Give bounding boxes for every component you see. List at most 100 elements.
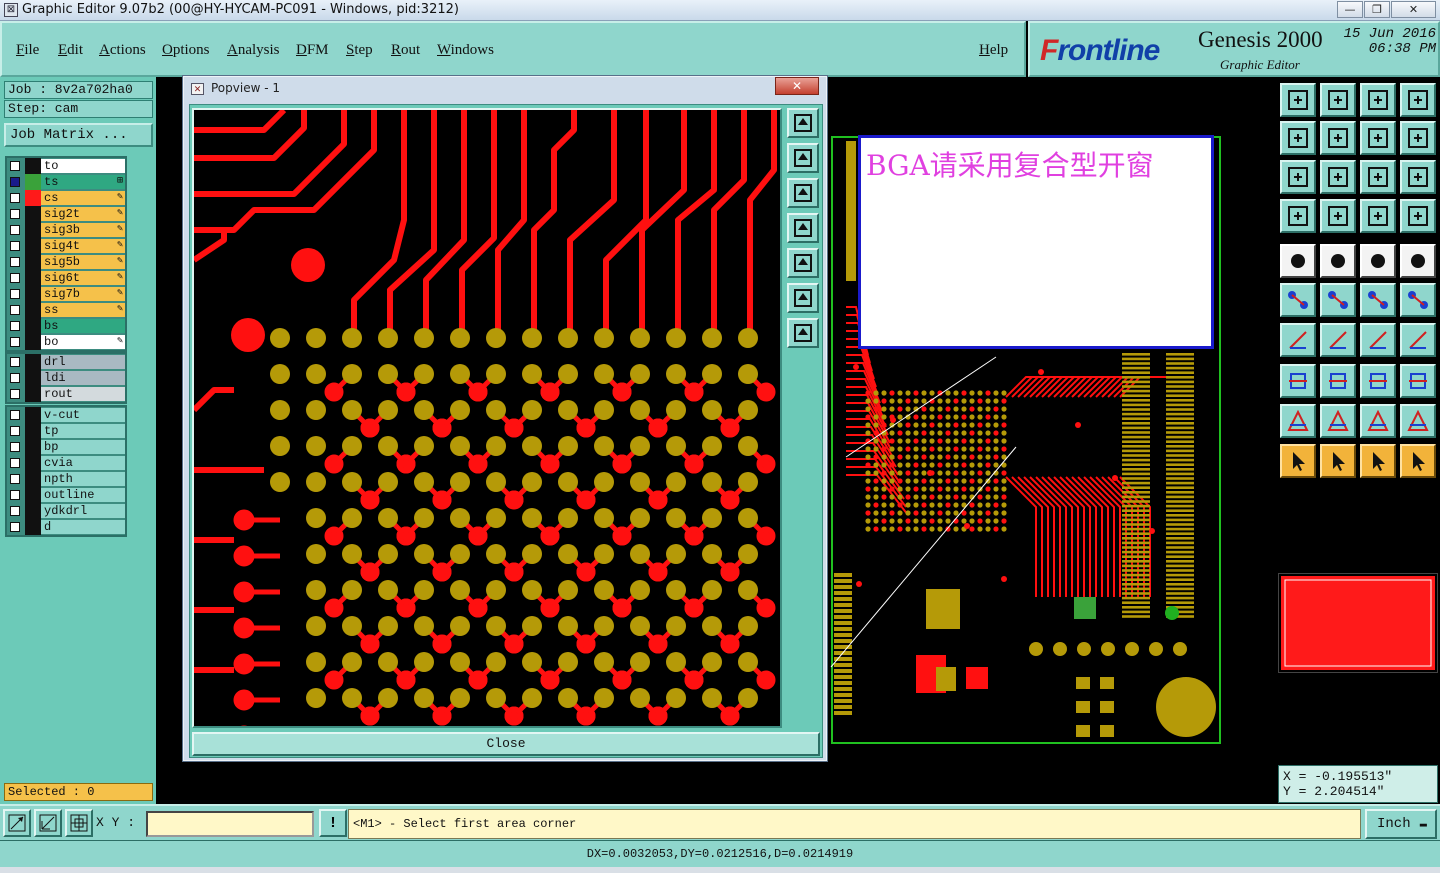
layer-row-v-cut[interactable]: v-cut <box>7 407 125 423</box>
layer-name[interactable]: sig5b ✎ <box>41 255 125 269</box>
layer-checkbox[interactable] <box>10 474 20 484</box>
popview-zoom-in-button[interactable] <box>787 283 819 313</box>
ruler-button[interactable] <box>1360 244 1396 278</box>
layer-name[interactable]: cs ✎ <box>41 191 125 205</box>
triangle-a-button[interactable] <box>1280 404 1316 438</box>
layer-row-rout[interactable]: rout <box>7 386 125 402</box>
layer-checkbox[interactable] <box>10 177 20 187</box>
menu-step[interactable]: Step <box>346 42 373 59</box>
layer-row-cvia[interactable]: cvia <box>7 455 125 471</box>
zoom-home-button[interactable] <box>1280 83 1316 117</box>
layer-row-bp[interactable]: bp <box>7 439 125 455</box>
layer-row-bo[interactable]: bo ✎ <box>7 334 125 350</box>
layer-row-ydkdrl[interactable]: ydkdrl <box>7 503 125 519</box>
layer-checkbox[interactable] <box>10 273 20 283</box>
popview-close-button[interactable]: Close <box>192 732 820 756</box>
move-pads-button[interactable] <box>1280 364 1316 398</box>
triangle-d-button[interactable] <box>1400 404 1436 438</box>
layer-color-swatch[interactable] <box>25 286 41 302</box>
layer-row-sig3b[interactable]: sig3b ✎ <box>7 222 125 238</box>
popview-close-x-button[interactable]: ✕ <box>775 77 819 95</box>
layer-row-sig7b[interactable]: sig7b ✎ <box>7 286 125 302</box>
menu-help[interactable]: Help <box>979 42 1008 59</box>
popview-window[interactable]: ✕ Popview - 1 ✕ Close <box>182 75 828 762</box>
move-button[interactable] <box>1360 283 1396 317</box>
pointer-multi-button[interactable] <box>1400 444 1436 478</box>
fit-button[interactable] <box>1360 121 1396 155</box>
pan-left-button[interactable] <box>1280 121 1316 155</box>
layer-name[interactable]: bo ✎ <box>41 335 125 349</box>
menu-file[interactable]: File <box>16 42 39 59</box>
layer-color-swatch[interactable] <box>25 254 41 270</box>
rotate-button[interactable] <box>1360 323 1396 357</box>
menu-rout[interactable]: Rout <box>391 42 420 59</box>
menu-actions[interactable]: Actions <box>99 42 146 59</box>
layer-color-swatch[interactable] <box>25 423 41 439</box>
pan-right-button[interactable] <box>1320 121 1356 155</box>
center-button[interactable] <box>1320 160 1356 194</box>
layer-checkbox[interactable] <box>10 458 20 468</box>
layers-b-button[interactable] <box>1400 199 1436 233</box>
menu-options[interactable]: Options <box>162 42 210 59</box>
resize-button[interactable] <box>1320 364 1356 398</box>
layer-name[interactable]: bp <box>41 440 125 454</box>
menu-analysis[interactable]: Analysis <box>227 42 280 59</box>
layer-color-swatch[interactable] <box>25 318 41 334</box>
settings-button[interactable] <box>1280 199 1316 233</box>
line-button[interactable] <box>1320 323 1356 357</box>
layer-checkbox[interactable] <box>10 305 20 315</box>
layer-name[interactable]: sig7b ✎ <box>41 287 125 301</box>
layer-name[interactable]: ydkdrl <box>41 504 125 518</box>
layer-color-swatch[interactable] <box>25 455 41 471</box>
home-button[interactable] <box>1360 83 1396 117</box>
layer-color-swatch[interactable] <box>25 471 41 487</box>
measure-button[interactable] <box>34 809 62 837</box>
layer-color-swatch[interactable] <box>25 354 41 370</box>
popview-pan-down-button[interactable] <box>787 178 819 208</box>
popview-pan-up-button[interactable] <box>787 143 819 173</box>
layer-color-swatch[interactable] <box>25 174 41 190</box>
layer-checkbox[interactable] <box>10 321 20 331</box>
layer-name[interactable]: tp <box>41 424 125 438</box>
alert-button[interactable]: ! <box>319 809 347 837</box>
layer-color-swatch[interactable] <box>25 158 41 174</box>
layer-row-d[interactable]: d <box>7 519 125 535</box>
layer-color-swatch[interactable] <box>25 302 41 318</box>
minimize-button[interactable]: — <box>1337 1 1363 18</box>
layer-name[interactable]: ldi <box>41 371 125 385</box>
scale-button[interactable] <box>1360 160 1396 194</box>
layer-row-sig6t[interactable]: sig6t ✎ <box>7 270 125 286</box>
layer-checkbox[interactable] <box>10 241 20 251</box>
layer-checkbox[interactable] <box>10 209 20 219</box>
layer-color-swatch[interactable] <box>25 519 41 535</box>
measure-box-button[interactable] <box>1360 364 1396 398</box>
help-button[interactable] <box>1400 160 1436 194</box>
unit-selector[interactable]: Inch ▬ <box>1365 809 1437 839</box>
layer-name[interactable]: sig6t ✎ <box>41 271 125 285</box>
menu-dfm[interactable]: DFM <box>296 42 329 59</box>
edit-feature-button[interactable] <box>1320 244 1356 278</box>
layer-row-to[interactable]: to <box>7 158 125 174</box>
layer-row-sig2t[interactable]: sig2t ✎ <box>7 206 125 222</box>
menu-windows[interactable]: Windows <box>437 42 494 59</box>
layer-row-ss[interactable]: ss ✎ <box>7 302 125 318</box>
angle-button[interactable] <box>1280 323 1316 357</box>
layer-row-tp[interactable]: tp <box>7 423 125 439</box>
layer-checkbox[interactable] <box>10 193 20 203</box>
layer-row-cs[interactable]: cs ✎ <box>7 190 125 206</box>
layer-name[interactable]: d <box>41 520 125 534</box>
pointer-button[interactable] <box>1280 444 1316 478</box>
layer-row-npth[interactable]: npth <box>7 471 125 487</box>
grid-button[interactable] <box>1320 199 1356 233</box>
layer-color-swatch[interactable] <box>25 190 41 206</box>
layer-checkbox[interactable] <box>10 257 20 267</box>
select-feature-button[interactable] <box>1280 244 1316 278</box>
popview-titlebar[interactable]: ✕ Popview - 1 ✕ <box>183 76 827 102</box>
mirror-button[interactable] <box>1400 323 1436 357</box>
copy-button[interactable] <box>1400 283 1436 317</box>
layer-checkbox[interactable] <box>10 225 20 235</box>
layer-checkbox[interactable] <box>10 410 20 420</box>
popview-pan-left-button[interactable] <box>787 213 819 243</box>
snap-button[interactable] <box>1400 121 1436 155</box>
popview-zoom-out-button[interactable] <box>787 318 819 348</box>
